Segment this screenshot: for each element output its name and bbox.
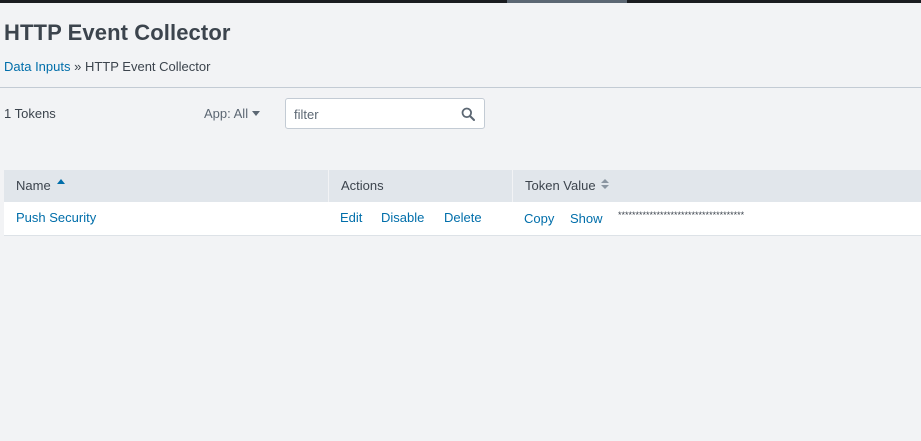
breadcrumb-data-inputs-link[interactable]: Data Inputs [4,59,71,74]
column-header-actions: Actions [328,170,512,202]
delete-action-link[interactable]: Delete [444,202,482,235]
tokens-table: Name Actions Token Value Push Security E… [4,170,921,236]
filter-input[interactable] [294,105,454,123]
filter-search-box[interactable] [285,98,485,129]
caret-down-icon [252,111,261,116]
top-nav-bar [0,0,921,3]
column-header-name-label: Name [16,178,51,193]
search-icon[interactable] [461,107,475,121]
token-count: 1 Tokens [4,106,56,121]
column-header-token-value[interactable]: Token Value [512,170,921,202]
sort-ascending-icon [56,179,65,184]
disable-action-link[interactable]: Disable [381,202,424,235]
table-header: Name Actions Token Value [4,170,921,202]
app-filter-label: App: All [204,106,249,121]
show-token-link[interactable]: Show [570,203,603,236]
column-header-name[interactable]: Name [4,170,328,202]
app-filter-dropdown[interactable]: App: All [204,106,261,121]
sort-both-icon [600,179,609,189]
column-header-token-value-label: Token Value [525,178,596,193]
token-name-link[interactable]: Push Security [16,202,96,235]
table-row: Push Security Edit Disable Delete Copy S… [4,202,921,236]
page-title: HTTP Event Collector [4,20,231,45]
breadcrumb: Data Inputs » HTTP Event Collector [4,59,210,74]
edit-action-link[interactable]: Edit [340,202,362,235]
active-tab-indicator [507,0,627,3]
breadcrumb-separator: » [70,59,85,74]
header-divider [0,87,921,88]
column-header-actions-label: Actions [341,178,384,193]
copy-token-link[interactable]: Copy [524,203,554,236]
breadcrumb-current: HTTP Event Collector [84,59,211,74]
masked-token-value: ************************************ [618,210,745,220]
